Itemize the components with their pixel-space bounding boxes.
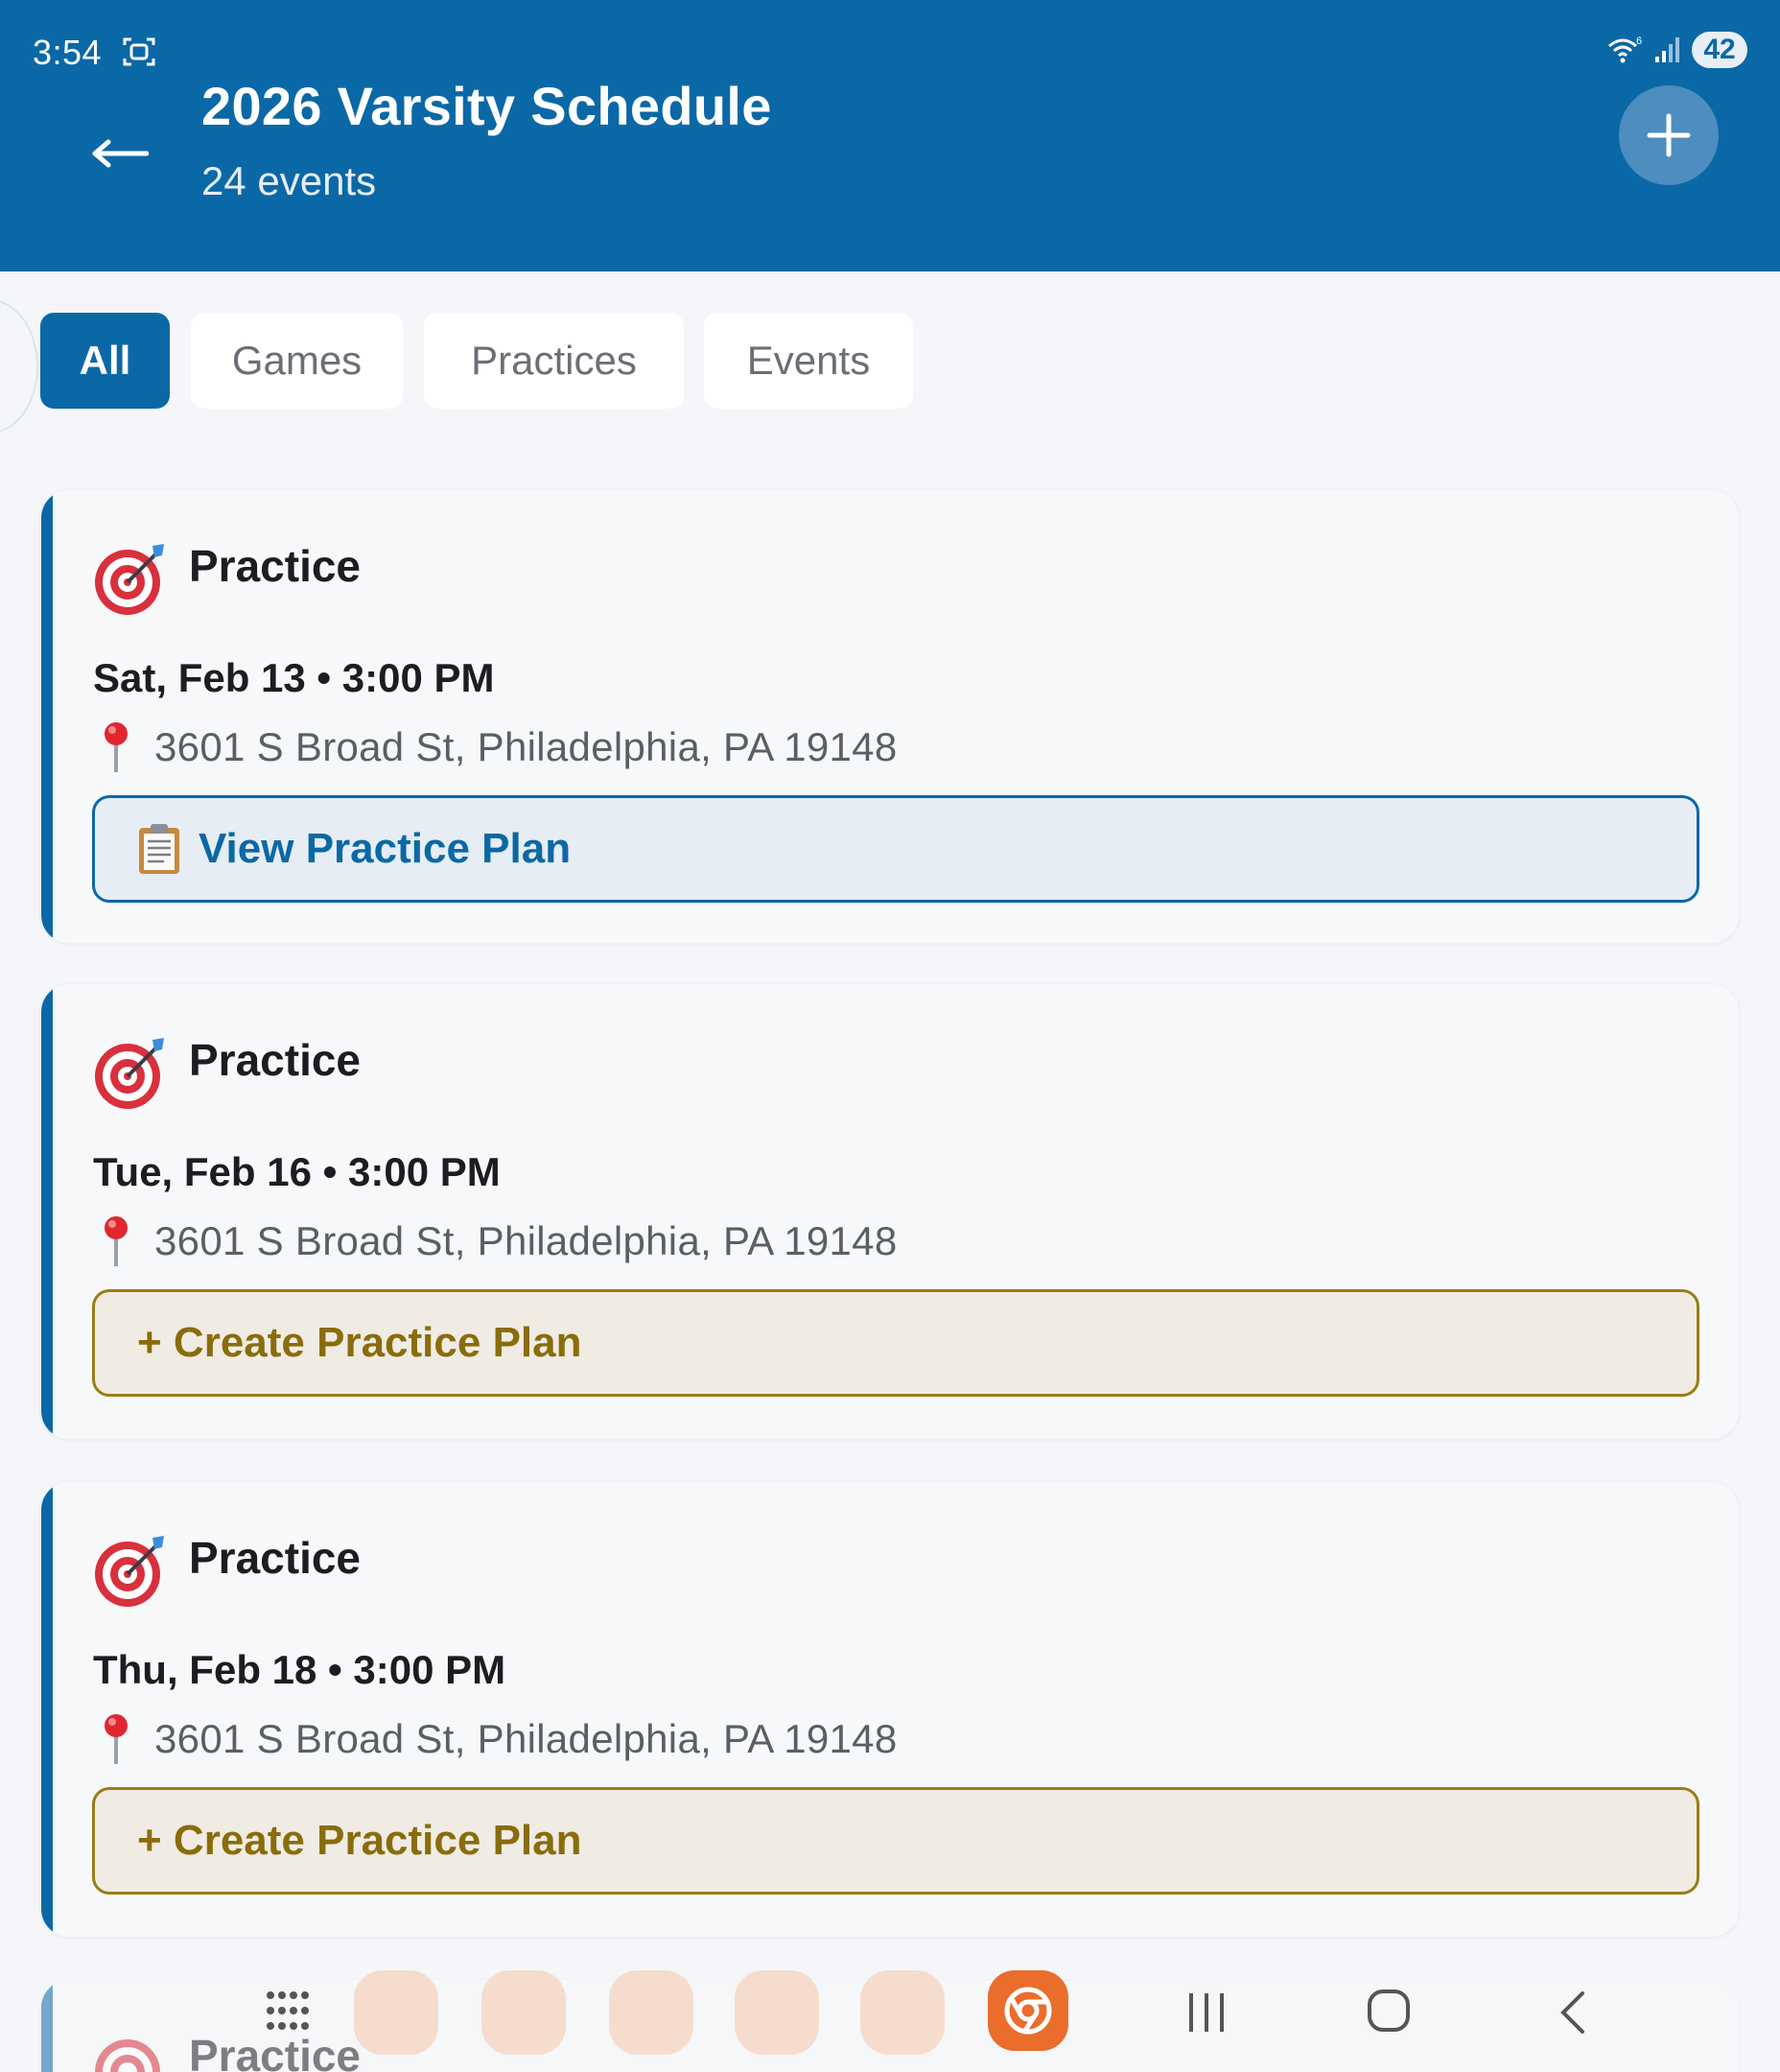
view-practice-plan-button[interactable]: View Practice Plan <box>92 795 1699 903</box>
event-type: Practice <box>189 1533 362 1583</box>
map-pin-icon <box>105 1714 128 1764</box>
event-location: 3601 S Broad St, Philadelphia, PA 19148 <box>97 1710 898 1768</box>
battery-badge: 42 <box>1692 32 1747 68</box>
add-event-button[interactable] <box>1619 85 1719 185</box>
card-accent <box>41 490 53 943</box>
location-text: 3601 S Broad St, Philadelphia, PA 19148 <box>154 1716 898 1761</box>
view-practice-plan-label: View Practice Plan <box>199 825 572 872</box>
screenshot-icon <box>123 37 155 66</box>
event-type: Practice <box>189 541 362 591</box>
page-title: 2026 Varsity Schedule <box>201 76 772 136</box>
filter-games[interactable]: Games <box>191 313 403 409</box>
signal-icon <box>1655 37 1679 62</box>
event-location: 3601 S Broad St, Philadelphia, PA 19148 <box>97 718 898 776</box>
recents-icon[interactable] <box>1183 1991 1230 2034</box>
plus-icon <box>1647 113 1691 157</box>
filter-practices[interactable]: Practices <box>424 313 684 409</box>
location-text: 3601 S Broad St, Philadelphia, PA 19148 <box>154 1218 898 1263</box>
app-folder-icon[interactable] <box>609 1970 693 2055</box>
create-practice-plan-button[interactable]: + Create Practice Plan <box>92 1787 1699 1895</box>
status-icons: 6 42 <box>1605 31 1747 69</box>
target-dart-icon <box>95 1536 164 1607</box>
target-dart-icon <box>95 544 164 615</box>
target-dart-icon <box>95 1038 164 1109</box>
app-screen: 3:54 6 42 2026 Varsity Schedule 24 event… <box>0 0 1780 2072</box>
app-folder-icon[interactable] <box>735 1970 819 2055</box>
card-accent <box>41 1482 53 1937</box>
clipboard-icon <box>139 824 179 874</box>
event-type: Practice <box>189 1035 362 1085</box>
create-practice-plan-button[interactable]: + Create Practice Plan <box>92 1289 1699 1397</box>
status-time: 3:54 <box>33 33 103 72</box>
event-location: 3601 S Broad St, Philadelphia, PA 19148 <box>97 1213 898 1270</box>
filter-events[interactable]: Events <box>704 313 913 409</box>
map-pin-icon <box>105 1216 128 1266</box>
event-card[interactable]: Practice Tue, Feb 16 • 3:00 PM 3601 S Br… <box>40 983 1740 1440</box>
map-pin-icon <box>105 722 128 772</box>
nav-back-icon[interactable] <box>1556 1990 1590 2036</box>
home-icon[interactable] <box>1366 1988 1412 2034</box>
location-text: 3601 S Broad St, Philadelphia, PA 19148 <box>154 724 898 769</box>
app-header: 3:54 6 42 2026 Varsity Schedule 24 event… <box>0 0 1780 271</box>
wifi-icon: 6 <box>1608 35 1642 63</box>
event-card[interactable]: Practice Thu, Feb 18 • 3:00 PM 3601 S Br… <box>40 1481 1740 1938</box>
chrome-app-icon[interactable] <box>988 1970 1068 2051</box>
chrome-icon <box>1004 1987 1052 2035</box>
event-date: Thu, Feb 18 • 3:00 PM <box>93 1647 506 1692</box>
svg-text:6: 6 <box>1636 35 1642 47</box>
event-date: Sat, Feb 13 • 3:00 PM <box>93 655 495 700</box>
filter-all[interactable]: All <box>40 313 170 409</box>
event-count: 24 events <box>201 158 377 203</box>
app-folder-icon[interactable] <box>481 1970 566 2055</box>
app-folder-icon[interactable] <box>354 1970 438 2055</box>
back-button[interactable] <box>86 125 153 182</box>
event-card[interactable]: Practice Sat, Feb 13 • 3:00 PM 3601 S Br… <box>40 489 1740 944</box>
event-date: Tue, Feb 16 • 3:00 PM <box>93 1149 501 1194</box>
app-drawer-icon[interactable] <box>265 1990 311 2036</box>
app-folder-icon[interactable] <box>860 1970 945 2055</box>
card-accent <box>41 984 53 1439</box>
arrow-left-icon <box>92 139 149 168</box>
